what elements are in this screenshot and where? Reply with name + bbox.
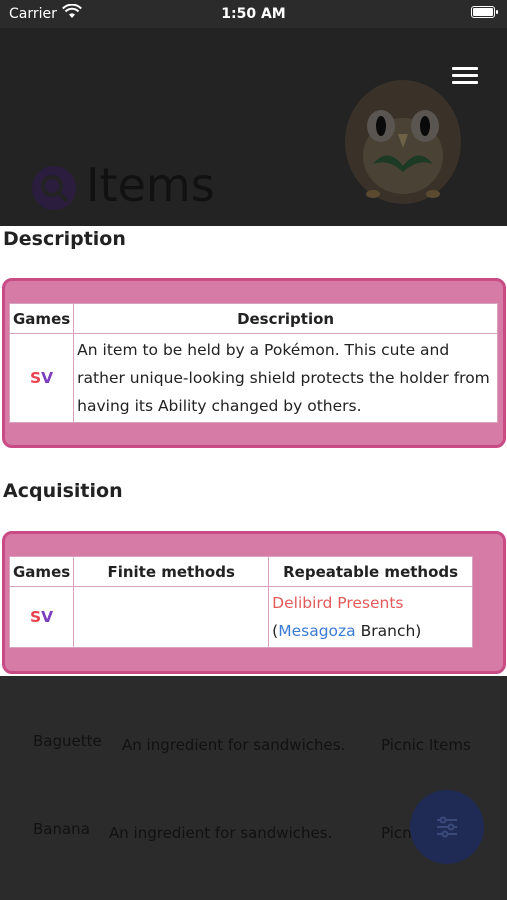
mesagoza-link[interactable]: Mesagoza <box>278 622 355 640</box>
column-header-description: Description <box>73 303 498 334</box>
status-time: 1:50 AM <box>221 6 286 22</box>
list-item-name[interactable]: Banana <box>33 820 90 838</box>
table-row: SV An item to be held by a Pokémon. This… <box>8 333 498 423</box>
game-s-link[interactable]: S <box>30 608 41 626</box>
items-title-text: Items <box>86 158 215 212</box>
description-cell: An item to be held by a Pokémon. This cu… <box>73 333 498 423</box>
table-row: SV Delibird Presents (Mesagoza Branch) <box>8 586 473 648</box>
list-item-description: An ingredient for sandwiches. <box>122 736 346 754</box>
app-header: Items <box>0 28 507 226</box>
branch-label: Branch) <box>355 622 422 640</box>
column-header-repeatable-methods: Repeatable methods <box>268 556 473 587</box>
rowlet-mascot-image <box>345 80 461 204</box>
list-item-category: Picnic Items <box>381 736 471 754</box>
game-v-link[interactable]: V <box>41 608 53 626</box>
acquisition-heading: Acquisition <box>3 480 123 502</box>
item-detail-sheet: Description Games Description SV An item… <box>0 226 507 676</box>
acquisition-table: Games Finite methods Repeatable methods … <box>8 556 473 648</box>
column-header-games: Games <box>8 556 75 587</box>
description-heading: Description <box>3 228 126 250</box>
game-s-link[interactable]: S <box>30 369 41 387</box>
delibird-presents-link[interactable]: Delibird Presents <box>272 594 403 612</box>
games-cell: SV <box>8 333 75 423</box>
repeatable-methods-cell: Delibird Presents (Mesagoza Branch) <box>268 586 473 648</box>
finite-methods-cell <box>73 586 270 648</box>
status-bar: Carrier 1:50 AM <box>0 0 507 28</box>
filter-sliders-icon <box>437 816 457 838</box>
battery-icon <box>471 6 498 18</box>
filter-button[interactable] <box>410 790 484 864</box>
background-item-list: Baguette An ingredient for sandwiches. P… <box>0 676 507 900</box>
list-item-name[interactable]: Baguette <box>33 732 102 750</box>
description-table: Games Description SV An item to be held … <box>8 303 498 423</box>
games-cell: SV <box>8 586 75 648</box>
game-v-link[interactable]: V <box>41 369 53 387</box>
column-header-finite-methods: Finite methods <box>73 556 270 587</box>
column-header-games: Games <box>8 303 75 334</box>
search-magnifier-icon <box>32 166 76 210</box>
list-item-description: An ingredient for sandwiches. <box>109 824 333 842</box>
